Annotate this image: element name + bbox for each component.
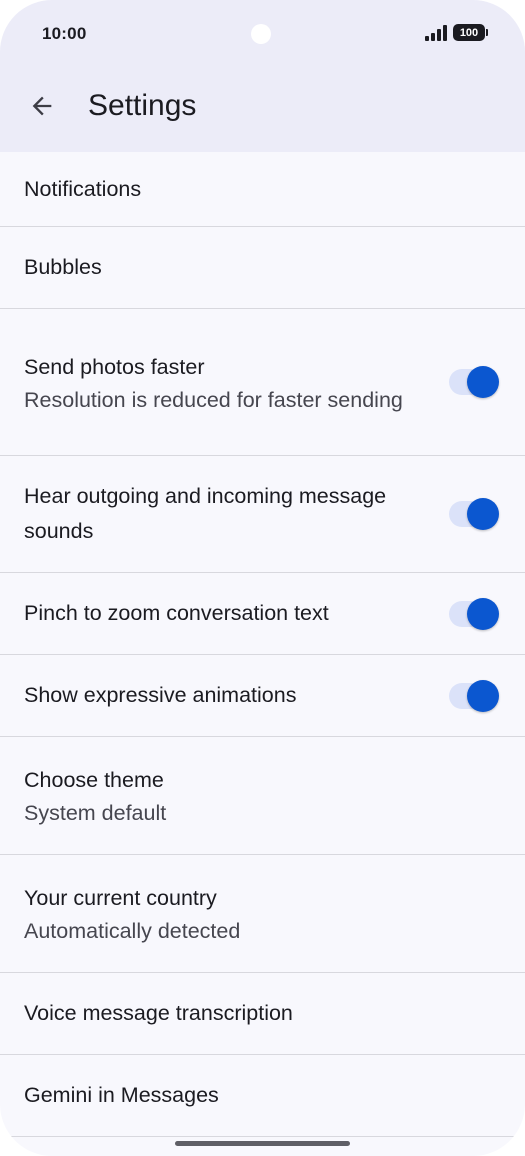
setting-choose-theme[interactable]: Choose theme System default bbox=[0, 737, 525, 855]
setting-title: Send photos faster bbox=[24, 354, 205, 379]
setting-voice-transcription[interactable]: Voice message transcription bbox=[0, 973, 525, 1055]
toggle-thumb bbox=[467, 679, 499, 712]
status-bar: 10:00 100 bbox=[0, 0, 525, 66]
setting-title: Pinch to zoom conversation text bbox=[24, 601, 329, 625]
gesture-navigation-handle[interactable] bbox=[175, 1141, 350, 1146]
setting-title: Bubbles bbox=[24, 255, 102, 279]
setting-title: Show expressive animations bbox=[24, 683, 297, 707]
setting-title: Gemini in Messages bbox=[24, 1083, 219, 1107]
message-sounds-toggle[interactable] bbox=[449, 498, 499, 530]
setting-message-sounds[interactable]: Hear outgoing and incoming message sound… bbox=[0, 456, 525, 573]
send-photos-faster-toggle[interactable] bbox=[449, 366, 499, 398]
setting-title: Choose theme bbox=[24, 768, 164, 792]
top-app-bar: 10:00 100 Settings bbox=[0, 0, 525, 152]
status-icons: 100 bbox=[425, 24, 488, 41]
phone-screen: 10:00 100 Settings Notifications Bubbles… bbox=[0, 0, 525, 1156]
expressive-animations-toggle[interactable] bbox=[449, 679, 499, 712]
pinch-to-zoom-toggle[interactable] bbox=[449, 597, 499, 630]
setting-current-country[interactable]: Your current country Automatically detec… bbox=[0, 855, 525, 973]
setting-pinch-to-zoom[interactable]: Pinch to zoom conversation text bbox=[0, 573, 525, 655]
setting-subtitle: System default bbox=[24, 801, 167, 825]
signal-icon bbox=[425, 24, 447, 41]
setting-send-photos-faster[interactable]: Send photos faster Resolution is reduced… bbox=[0, 309, 525, 456]
setting-title: Your current country bbox=[24, 886, 217, 910]
page-title: Settings bbox=[88, 89, 197, 122]
setting-subtitle: Automatically detected bbox=[24, 919, 241, 943]
setting-subtitle: Resolution is reduced for faster sending bbox=[24, 387, 403, 412]
battery-icon: 100 bbox=[453, 24, 488, 41]
battery-level: 100 bbox=[459, 26, 479, 39]
setting-title: Hear outgoing and incoming message sound… bbox=[24, 484, 387, 543]
settings-list: Notifications Bubbles Send photos faster… bbox=[0, 152, 525, 1137]
setting-bubbles[interactable]: Bubbles bbox=[0, 227, 525, 309]
camera-cutout bbox=[251, 24, 271, 44]
setting-expressive-animations[interactable]: Show expressive animations bbox=[0, 655, 525, 737]
setting-title: Voice message transcription bbox=[24, 1001, 293, 1025]
app-bar: Settings bbox=[0, 66, 525, 146]
toggle-thumb bbox=[467, 597, 499, 630]
setting-notifications[interactable]: Notifications bbox=[0, 152, 525, 227]
setting-gemini[interactable]: Gemini in Messages bbox=[0, 1055, 525, 1137]
back-arrow-icon bbox=[32, 96, 52, 116]
back-button[interactable] bbox=[22, 86, 62, 126]
toggle-thumb bbox=[467, 366, 499, 398]
setting-title: Notifications bbox=[24, 176, 142, 201]
toggle-thumb bbox=[467, 498, 499, 530]
status-time: 10:00 bbox=[42, 24, 87, 43]
